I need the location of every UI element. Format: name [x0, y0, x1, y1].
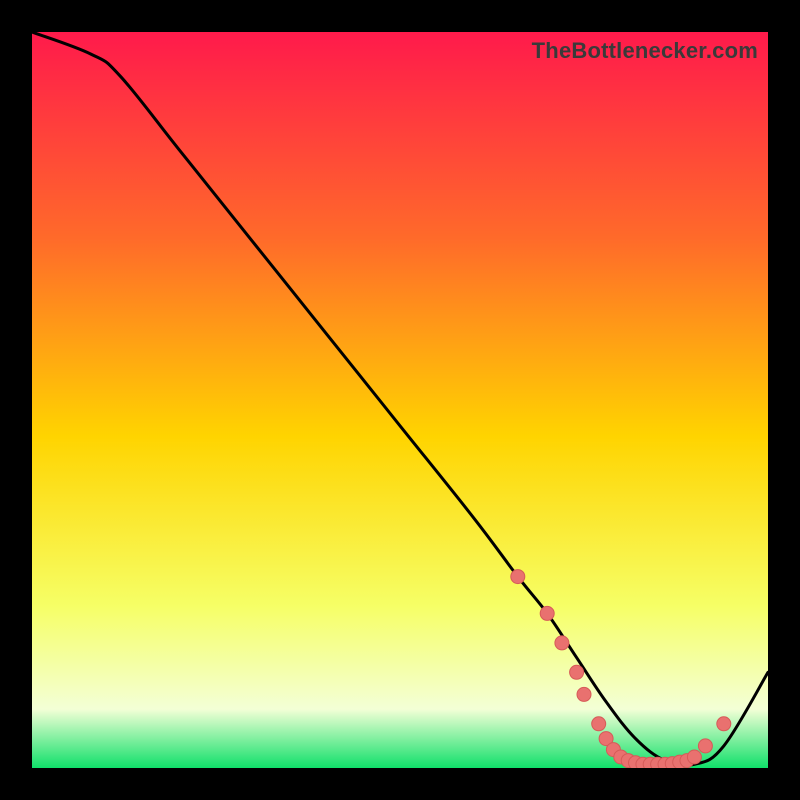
marker-point	[540, 606, 554, 620]
bottleneck-curve	[32, 32, 768, 766]
marker-point	[687, 750, 701, 764]
marker-point	[717, 717, 731, 731]
marker-point	[698, 739, 712, 753]
marker-point	[555, 636, 569, 650]
plot-area: TheBottlenecker.com	[32, 32, 768, 768]
curve-layer	[32, 32, 768, 768]
marker-group	[511, 570, 731, 768]
marker-point	[511, 570, 525, 584]
marker-point	[577, 687, 591, 701]
chart-stage: TheBottlenecker.com	[0, 0, 800, 800]
marker-point	[570, 665, 584, 679]
marker-point	[592, 717, 606, 731]
